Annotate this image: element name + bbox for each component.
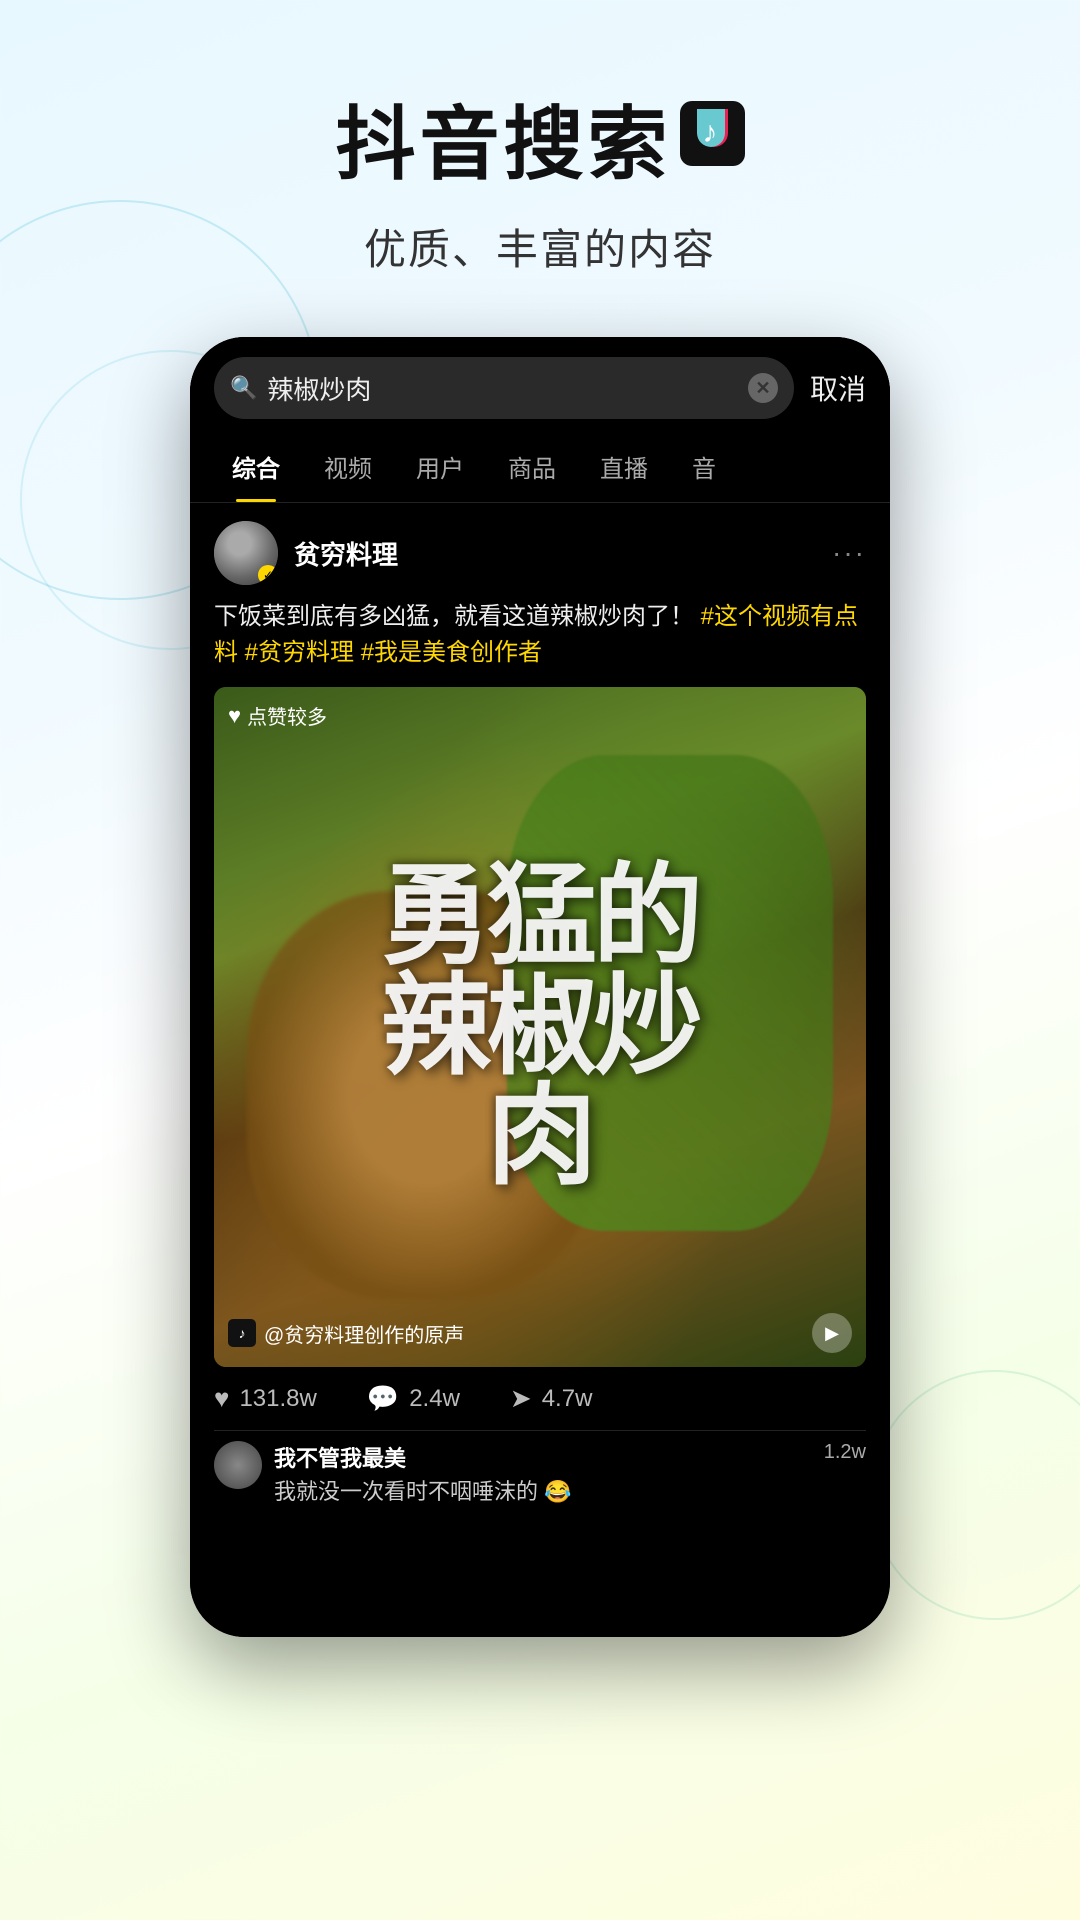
search-input-box[interactable]: 🔍 辣椒炒肉 ✕	[214, 357, 794, 419]
shares-value: 4.7w	[542, 1385, 593, 1413]
audio-info[interactable]: ♪ @贫穷料理创作的原声	[228, 1319, 464, 1348]
video-text-overlay: 勇猛的辣椒炒肉	[214, 687, 866, 1367]
play-button[interactable]: ▶	[812, 1313, 852, 1353]
tab-直播[interactable]: 直播	[578, 431, 670, 502]
commenter-avatar	[214, 1441, 262, 1489]
likes-badge: ♥ 点赞较多	[228, 701, 327, 730]
post-user-row: ✓ 贫穷料理 ···	[214, 521, 866, 585]
shares-count[interactable]: ➤ 4.7w	[510, 1383, 593, 1414]
tab-综合[interactable]: 综合	[210, 431, 302, 502]
hashtag-1[interactable]: #贫穷料理	[245, 639, 354, 666]
tab-用户[interactable]: 用户	[394, 431, 486, 502]
tiktok-logo-icon: ♪	[680, 101, 745, 166]
comment-content: 我不管我最美 我就没一次看时不咽唾沫的 😂	[274, 1441, 812, 1508]
likes-count[interactable]: ♥ 131.8w	[214, 1383, 317, 1414]
search-tabs: 综合 视频 用户 商品 直播 音	[190, 431, 890, 503]
logo-symbol: ♪	[703, 116, 722, 150]
post-text: 下饭菜到底有多凶猛，就看这道辣椒炒肉了！ #这个视频有点料 #贫穷料理 #我是美…	[214, 599, 866, 671]
engagement-row: ♥ 131.8w 💬 2.4w ➤ 4.7w	[214, 1367, 866, 1430]
content-area: ✓ 贫穷料理 ··· 下饭菜到底有多凶猛，就看这道辣椒炒肉了！ #这个视频有点料…	[190, 503, 890, 1526]
clear-icon: ✕	[755, 378, 770, 399]
play-icon: ▶	[825, 1323, 839, 1344]
phone-wrapper: 🔍 辣椒炒肉 ✕ 取消 综合 视频 用户	[0, 337, 1080, 1637]
comment-preview: 我不管我最美 我就没一次看时不咽唾沫的 😂 1.2w	[214, 1430, 866, 1508]
audio-bar: ♪ @贫穷料理创作的原声 ▶	[228, 1313, 852, 1353]
phone-frame: 🔍 辣椒炒肉 ✕ 取消 综合 视频 用户	[190, 337, 890, 1637]
comment-likes-count: 1.2w	[824, 1441, 866, 1464]
tab-视频[interactable]: 视频	[302, 431, 394, 502]
video-thumbnail[interactable]: 勇猛的辣椒炒肉 ♥ 点赞较多 ♪ @贫穷料理创作的原声	[214, 687, 866, 1367]
user-avatar[interactable]: ✓	[214, 521, 278, 585]
like-icon: ♥	[214, 1383, 229, 1414]
more-options-button[interactable]: ···	[832, 537, 866, 569]
comments-value: 2.4w	[409, 1385, 460, 1413]
comment-icon: 💬	[367, 1383, 399, 1414]
likes-badge-text: 点赞较多	[247, 701, 327, 730]
comments-count[interactable]: 💬 2.4w	[367, 1383, 460, 1414]
audio-text: @贫穷料理创作的原声	[264, 1319, 464, 1348]
title-text: 抖音搜索	[336, 80, 672, 196]
search-bar-area: 🔍 辣椒炒肉 ✕ 取消	[190, 337, 890, 419]
tab-商品[interactable]: 商品	[486, 431, 578, 502]
tab-音[interactable]: 音	[670, 431, 738, 502]
header: 抖音搜索 ♪ 优质、丰富的内容	[0, 0, 1080, 317]
verified-badge: ✓	[258, 565, 278, 585]
tiktok-small-logo-icon: ♪	[228, 1319, 256, 1347]
post-body-text: 下饭菜到底有多凶猛，就看这道辣椒炒肉了！	[214, 603, 694, 630]
commenter-name[interactable]: 我不管我最美	[274, 1441, 812, 1473]
app-title: 抖音搜索 ♪	[0, 80, 1080, 196]
search-query-text: 辣椒炒肉	[267, 370, 738, 407]
heart-icon: ♥	[228, 703, 241, 729]
username-label[interactable]: 贫穷料理	[294, 535, 398, 572]
cancel-button[interactable]: 取消	[810, 368, 866, 408]
comment-text: 我就没一次看时不咽唾沫的 😂	[274, 1477, 812, 1508]
hashtag-2[interactable]: #我是美食创作者	[361, 639, 542, 666]
clear-search-button[interactable]: ✕	[748, 373, 778, 403]
share-icon: ➤	[510, 1383, 532, 1414]
search-icon: 🔍	[230, 375, 257, 401]
app-subtitle: 优质、丰富的内容	[0, 216, 1080, 277]
likes-value: 131.8w	[239, 1385, 316, 1413]
phone-screen: 🔍 辣椒炒肉 ✕ 取消 综合 视频 用户	[190, 337, 890, 1637]
calligraphy-text: 勇猛的辣椒炒肉	[381, 862, 699, 1192]
